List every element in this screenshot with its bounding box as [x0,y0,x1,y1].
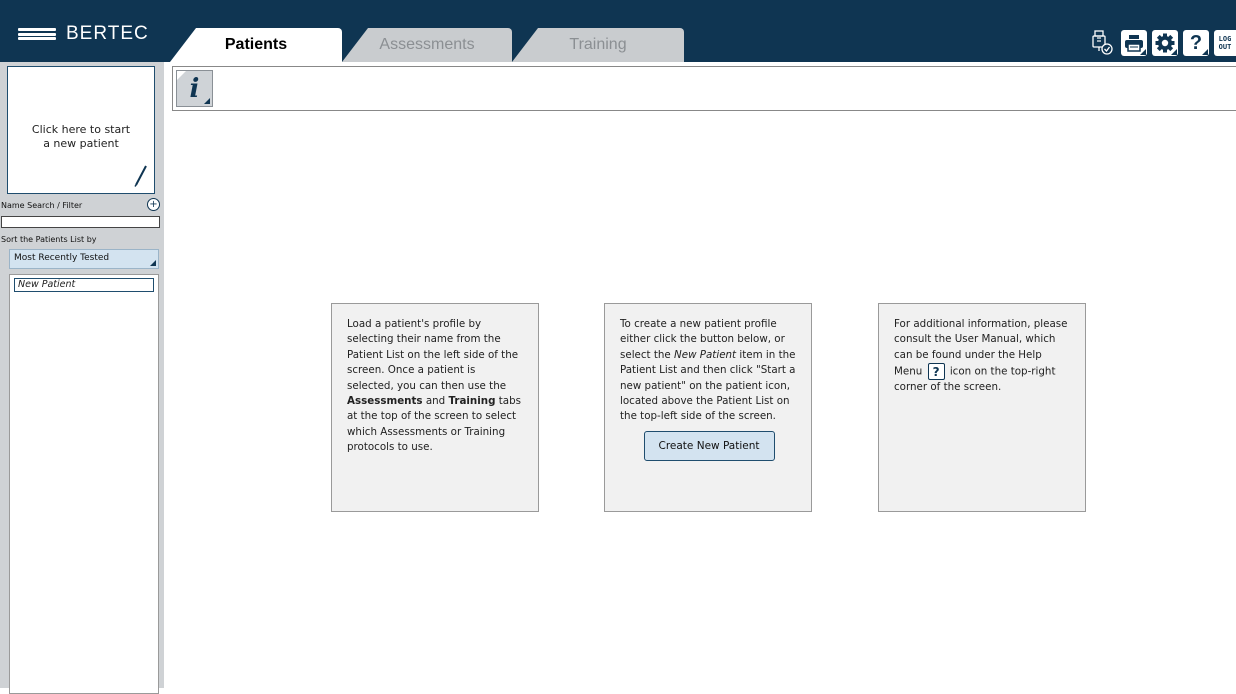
new-patient-card-line2: a new patient [43,137,119,150]
logout-button[interactable]: LOG OUT [1214,30,1236,56]
load-card-text-1: Load a patient's profile by selecting th… [347,318,519,392]
sort-selected-value: Most Recently Tested [14,253,110,263]
create-new-patient-button[interactable]: Create New Patient [643,430,775,461]
help-icon: ? [1189,31,1203,54]
print-button[interactable] [1121,30,1147,56]
new-patient-card-line1: Click here to start [31,123,131,136]
help-button[interactable]: ? [1183,30,1209,56]
load-patient-info-card: Load a patient's profile by selecting th… [331,303,539,512]
add-filter-plus-icon[interactable]: + [147,198,160,211]
info-bar: i [172,66,1236,111]
toolbar: ? LOG OUT [1091,30,1236,56]
create-patient-info-card: To create a new patient profile either c… [604,303,812,512]
settings-button[interactable] [1152,30,1178,56]
tab-training[interactable]: Training [512,28,684,62]
patient-sidebar: Click here to start a new patient Name S… [0,62,164,694]
help-question-icon: ? [927,363,945,381]
help-info-card: For additional information, please consu… [878,303,1086,512]
tab-patients[interactable]: Patients [170,28,342,62]
load-card-bold-assessments: Assessments [347,395,423,408]
usb-device-icon[interactable] [1091,30,1113,56]
logo-text: BERTEC [66,23,149,44]
menu-lines-icon [18,28,56,40]
info-icon[interactable]: i [176,70,213,107]
dropdown-corner-icon [150,260,156,266]
start-new-patient-card[interactable]: Click here to start a new patient [7,66,155,194]
tab-assessments[interactable]: Assessments [342,28,512,62]
info-icon-letter: i [189,73,200,104]
load-card-bold-training: Training [448,395,496,408]
sort-label: Sort the Patients List by [1,235,97,244]
name-filter-label: Name Search / Filter [1,201,83,210]
list-item[interactable]: New Patient [14,278,154,292]
create-card-italic: New Patient [674,348,737,361]
patient-list[interactable]: New Patient [9,274,159,694]
sort-dropdown[interactable]: Most Recently Tested [9,249,159,269]
load-card-text-and: and [422,395,449,408]
pencil-icon [134,165,147,187]
bertec-logo: BERTEC [18,23,149,44]
top-bar: BERTEC Patients Assessments Training ? L… [0,0,1236,62]
logout-label-line2: OUT [1218,43,1232,51]
logout-label-line1: LOG [1218,35,1232,43]
name-search-input[interactable] [1,216,160,228]
